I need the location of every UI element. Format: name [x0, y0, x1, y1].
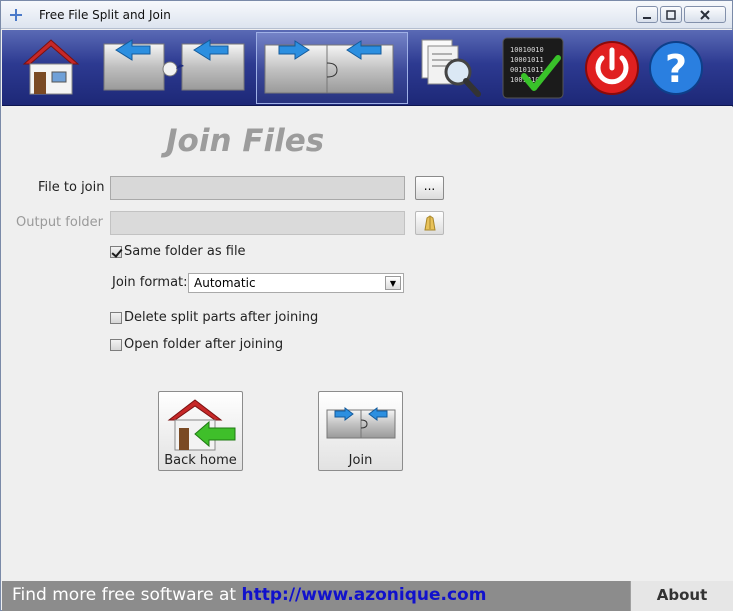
- join-button-label: Join: [348, 453, 373, 468]
- home-icon: [22, 39, 80, 95]
- search-files-icon: [421, 39, 481, 97]
- toolbar-find-button[interactable]: [416, 32, 486, 104]
- toolbar: 10010010 10001011 00101011 10010100 ?: [2, 30, 733, 106]
- toolbar-help-button[interactable]: ?: [646, 32, 706, 104]
- toolbar-split-button[interactable]: [100, 32, 248, 104]
- file-to-join-label: File to join: [38, 180, 105, 195]
- checksum-digits-1: 10001011: [510, 56, 544, 64]
- chevron-down-icon[interactable]: ▼: [385, 276, 401, 290]
- browse-file-button[interactable]: ...: [415, 176, 444, 200]
- toolbar-home-button[interactable]: [20, 32, 82, 104]
- promo-text: Find more free software at http://www.az…: [12, 585, 486, 605]
- folder-icon: [423, 215, 436, 231]
- join-format-value: Automatic: [194, 276, 256, 290]
- same-folder-label: Same folder as file: [124, 244, 246, 259]
- delete-parts-label: Delete split parts after joining: [124, 310, 319, 325]
- app-icon: [10, 9, 22, 21]
- same-folder-checkbox[interactable]: Same folder as file: [110, 244, 246, 259]
- open-folder-label: Open folder after joining: [124, 337, 284, 352]
- minimize-button[interactable]: [636, 6, 658, 23]
- page-title: Join Files: [166, 123, 325, 159]
- output-folder-input[interactable]: [111, 212, 404, 234]
- split-icon: [103, 39, 245, 91]
- checksum-digits-0: 10010010: [510, 46, 544, 54]
- delete-parts-checkbox[interactable]: Delete split parts after joining: [110, 310, 318, 325]
- join-icon: [264, 40, 394, 94]
- join-format-label: Join format:: [112, 275, 188, 290]
- app-window: Free File Split and Join 10010010 100010…: [0, 0, 733, 611]
- checksum-digits-2: 00101011: [510, 66, 544, 74]
- join-action-icon: [326, 407, 396, 439]
- maximize-button[interactable]: [660, 6, 682, 23]
- window-title: Free File Split and Join: [39, 8, 171, 22]
- toolbar-exit-button[interactable]: [582, 32, 642, 104]
- same-folder-checkmark[interactable]: [110, 245, 122, 258]
- output-folder-label: Output folder: [16, 215, 104, 230]
- toolbar-checksum-button[interactable]: 10010010 10001011 00101011 10010100: [500, 32, 566, 104]
- footer-bar: Find more free software at http://www.az…: [2, 581, 733, 611]
- file-to-join-field[interactable]: [110, 176, 405, 200]
- close-button[interactable]: [684, 6, 726, 23]
- verify-checksum-icon: 10010010 10001011 00101011 10010100: [502, 37, 564, 99]
- help-icon: ?: [649, 41, 703, 95]
- output-folder-field[interactable]: [110, 211, 405, 235]
- browse-folder-button[interactable]: [415, 211, 444, 235]
- home-back-icon: [167, 399, 236, 451]
- open-folder-checkbox[interactable]: Open folder after joining: [110, 337, 283, 352]
- browse-file-label: ...: [423, 179, 436, 193]
- toolbar-join-button[interactable]: [256, 32, 408, 104]
- maximize-icon: [661, 7, 681, 22]
- promo-label: Find more free software at: [12, 585, 237, 605]
- delete-parts-box[interactable]: [110, 311, 122, 324]
- title-bar: Free File Split and Join: [1, 1, 732, 29]
- svg-text:?: ?: [665, 47, 687, 91]
- minimize-icon: [637, 7, 657, 22]
- back-home-label: Back home: [164, 453, 237, 468]
- power-icon: [585, 41, 639, 95]
- about-button[interactable]: About: [630, 581, 733, 611]
- website-link[interactable]: http://www.azonique.com: [242, 585, 487, 605]
- join-button[interactable]: Join: [318, 391, 403, 471]
- open-folder-box[interactable]: [110, 338, 122, 351]
- join-panel: Join Files File to join ... Output folde…: [2, 107, 733, 581]
- join-format-select[interactable]: Automatic ▼: [188, 273, 404, 293]
- back-home-button[interactable]: Back home: [158, 391, 243, 471]
- file-to-join-input[interactable]: [111, 177, 404, 199]
- close-icon: [685, 7, 725, 22]
